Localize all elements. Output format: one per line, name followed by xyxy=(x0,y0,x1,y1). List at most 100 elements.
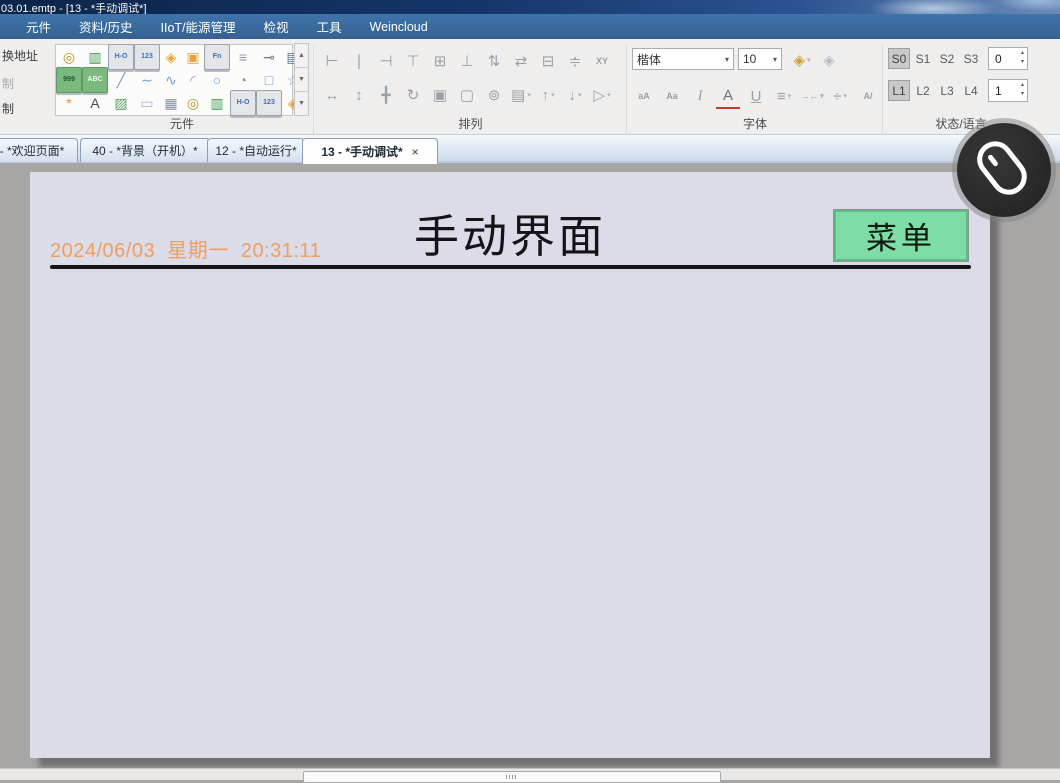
set-bit-icon[interactable]: H-O xyxy=(108,44,134,70)
spinner-up-icon[interactable]: ▴ xyxy=(1021,49,1024,58)
fn-key-icon[interactable]: Fn xyxy=(204,44,230,70)
tab-welcome-page[interactable]: 0 - *欢迎页面* xyxy=(0,138,78,162)
scrollbar-thumb[interactable] xyxy=(303,771,721,783)
underline-icon[interactable]: U xyxy=(744,84,768,108)
ungroup-icon[interactable]: ▢ xyxy=(455,83,479,107)
gallery-scroll-up-icon[interactable]: ▲ xyxy=(294,43,309,68)
pin-icon[interactable]: ⊚ xyxy=(482,83,506,107)
menu-item-elements[interactable]: 元件 xyxy=(12,17,65,36)
menu-button[interactable]: 菜单 xyxy=(833,209,969,262)
circle-icon[interactable]: ○ xyxy=(206,69,228,91)
horizontal-spacing-icon[interactable]: →←▾ xyxy=(800,84,824,108)
same-size-icon[interactable]: ╋ xyxy=(374,83,398,107)
clipped-label-paste[interactable]: 制 xyxy=(2,100,14,117)
language-spinner[interactable]: 1 ▴▾ xyxy=(988,79,1028,102)
language-button-l4[interactable]: L4 xyxy=(960,80,982,101)
align-right-icon[interactable]: ⊣ xyxy=(374,49,398,73)
nudge-icon[interactable]: ≑ xyxy=(563,49,587,73)
state-button-s3[interactable]: S3 xyxy=(960,48,982,69)
rotate-icon[interactable]: ↻ xyxy=(401,83,425,107)
polyline-icon[interactable]: ∿ xyxy=(160,69,182,91)
line-icon[interactable]: ╱ xyxy=(110,69,132,91)
table-icon[interactable]: ▦ xyxy=(160,92,182,114)
language-button-l3[interactable]: L3 xyxy=(936,80,958,101)
state-button-s2[interactable]: S2 xyxy=(936,48,958,69)
font-family-select[interactable]: 楷体 ▾ xyxy=(632,48,734,70)
state-spinner[interactable]: 0 ▴▾ xyxy=(988,47,1028,70)
dropdown-caret-icon[interactable]: ▾ xyxy=(843,93,847,100)
same-width-icon[interactable]: ↔ xyxy=(320,83,344,107)
align-center-icon[interactable]: ∣ xyxy=(347,49,371,73)
dropdown-caret-icon[interactable]: ▾ xyxy=(607,92,611,99)
vertical-spacing-icon[interactable]: ÷▾ xyxy=(828,84,852,108)
arc-icon[interactable]: ◜ xyxy=(182,69,204,91)
fill-color-icon[interactable]: ◈▾ xyxy=(790,48,814,72)
tab-manual-debug[interactable]: 13 - *手动调试* × xyxy=(302,138,438,164)
even-vertical-space-icon[interactable]: ⇅ xyxy=(482,49,506,73)
gallery-more-icon[interactable]: ▼ xyxy=(294,91,309,116)
word-lamp-icon[interactable]: ▥ xyxy=(84,46,106,68)
wave-icon[interactable]: ∼ xyxy=(136,69,158,91)
text-align-icon[interactable]: ≡▾ xyxy=(772,84,796,108)
function-key-icon[interactable]: ◈ xyxy=(160,46,182,68)
ascii-object-icon[interactable]: ABC xyxy=(82,67,108,93)
toggle-switch-icon[interactable]: ▣ xyxy=(182,46,204,68)
state-button-s1[interactable]: S1 xyxy=(912,48,934,69)
clipped-label-convert-address[interactable]: 换地址 xyxy=(2,47,38,64)
spinner-up-icon[interactable]: ▴ xyxy=(1021,81,1024,90)
format-painter-icon[interactable]: ◈ xyxy=(817,48,841,72)
dropdown-caret-icon[interactable]: ▾ xyxy=(788,93,792,100)
bring-to-front-icon[interactable]: ▤▾ xyxy=(509,83,533,107)
language-button-l2[interactable]: L2 xyxy=(912,80,934,101)
scale-icon[interactable]: ▭ xyxy=(136,92,158,114)
datetime-display[interactable]: 2024/06/03 星期一 20:31:11 xyxy=(50,234,321,263)
move-layer-up-icon[interactable]: ↑▾ xyxy=(536,83,560,107)
slider-icon[interactable]: ⊸ xyxy=(258,46,280,68)
spinner-down-icon[interactable]: ▾ xyxy=(1021,90,1024,99)
flip-icon[interactable]: ▷▾ xyxy=(590,83,614,107)
picture-icon[interactable]: ▨ xyxy=(110,92,132,114)
word-lamp2-icon[interactable]: ▥ xyxy=(206,92,228,114)
gallery-scroll-down-icon[interactable]: ▼ xyxy=(294,67,309,92)
dropdown-caret-icon[interactable]: ▾ xyxy=(578,92,582,99)
even-horizontal-space-icon[interactable]: ⇄ xyxy=(509,49,533,73)
design-canvas[interactable]: 手动界面 2024/06/03 星期一 20:31:11 菜单 xyxy=(30,172,990,758)
bit-lamp2-icon[interactable]: ◎ xyxy=(182,92,204,114)
align-left-icon[interactable]: ⊢ xyxy=(320,49,344,73)
chevron-down-icon[interactable]: ▾ xyxy=(773,55,777,64)
dropdown-caret-icon[interactable]: ▾ xyxy=(807,57,811,64)
same-position-icon[interactable]: ⊟ xyxy=(536,49,560,73)
font-decrease-icon[interactable]: Aa xyxy=(660,84,684,108)
font-color-icon[interactable]: A xyxy=(716,83,740,109)
bit-lamp-icon[interactable]: ◎ xyxy=(58,46,80,68)
chevron-down-icon[interactable]: ▾ xyxy=(725,55,729,64)
menu-item-tools[interactable]: 工具 xyxy=(303,17,356,36)
move-layer-down-icon[interactable]: ↓▾ xyxy=(563,83,587,107)
set-bit2-icon[interactable]: H-O xyxy=(230,90,256,116)
close-icon[interactable]: × xyxy=(412,145,419,159)
edit-text-icon[interactable]: A/ xyxy=(856,84,880,108)
spinner-down-icon[interactable]: ▾ xyxy=(1021,58,1024,67)
pie-icon[interactable]: ◔ xyxy=(232,69,254,91)
group-icon[interactable]: ▣ xyxy=(428,83,452,107)
menu-item-iiot-energy[interactable]: IIoT/能源管理 xyxy=(147,17,250,36)
rectangle-icon[interactable]: □ xyxy=(258,69,280,91)
align-bottom-icon[interactable]: ⊥ xyxy=(455,49,479,73)
burst-icon[interactable]: * xyxy=(58,92,80,114)
same-height-icon[interactable]: ↕ xyxy=(347,83,371,107)
font-size-select[interactable]: 10 ▾ xyxy=(738,48,782,70)
set-word-icon[interactable]: 123 xyxy=(134,44,160,70)
dropdown-caret-icon[interactable]: ▾ xyxy=(820,93,824,100)
xy-position-icon[interactable]: XY xyxy=(590,49,614,73)
dropdown-caret-icon[interactable]: ▾ xyxy=(527,92,531,99)
tab-auto-run[interactable]: 12 - *自动运行* xyxy=(207,138,305,162)
language-button-l1[interactable]: L1 xyxy=(888,80,910,101)
align-middle-icon[interactable]: ⊞ xyxy=(428,49,452,73)
menu-item-view[interactable]: 检视 xyxy=(250,17,303,36)
horizontal-scrollbar[interactable] xyxy=(0,768,1060,780)
set-word2-icon[interactable]: 123 xyxy=(256,90,282,116)
state-button-s0[interactable]: S0 xyxy=(888,48,910,69)
font-increase-icon[interactable]: aA xyxy=(632,84,656,108)
tab-background-boot[interactable]: 40 - *背景（开机）* xyxy=(80,138,210,162)
numeric-object-icon[interactable]: 999 xyxy=(56,67,82,93)
